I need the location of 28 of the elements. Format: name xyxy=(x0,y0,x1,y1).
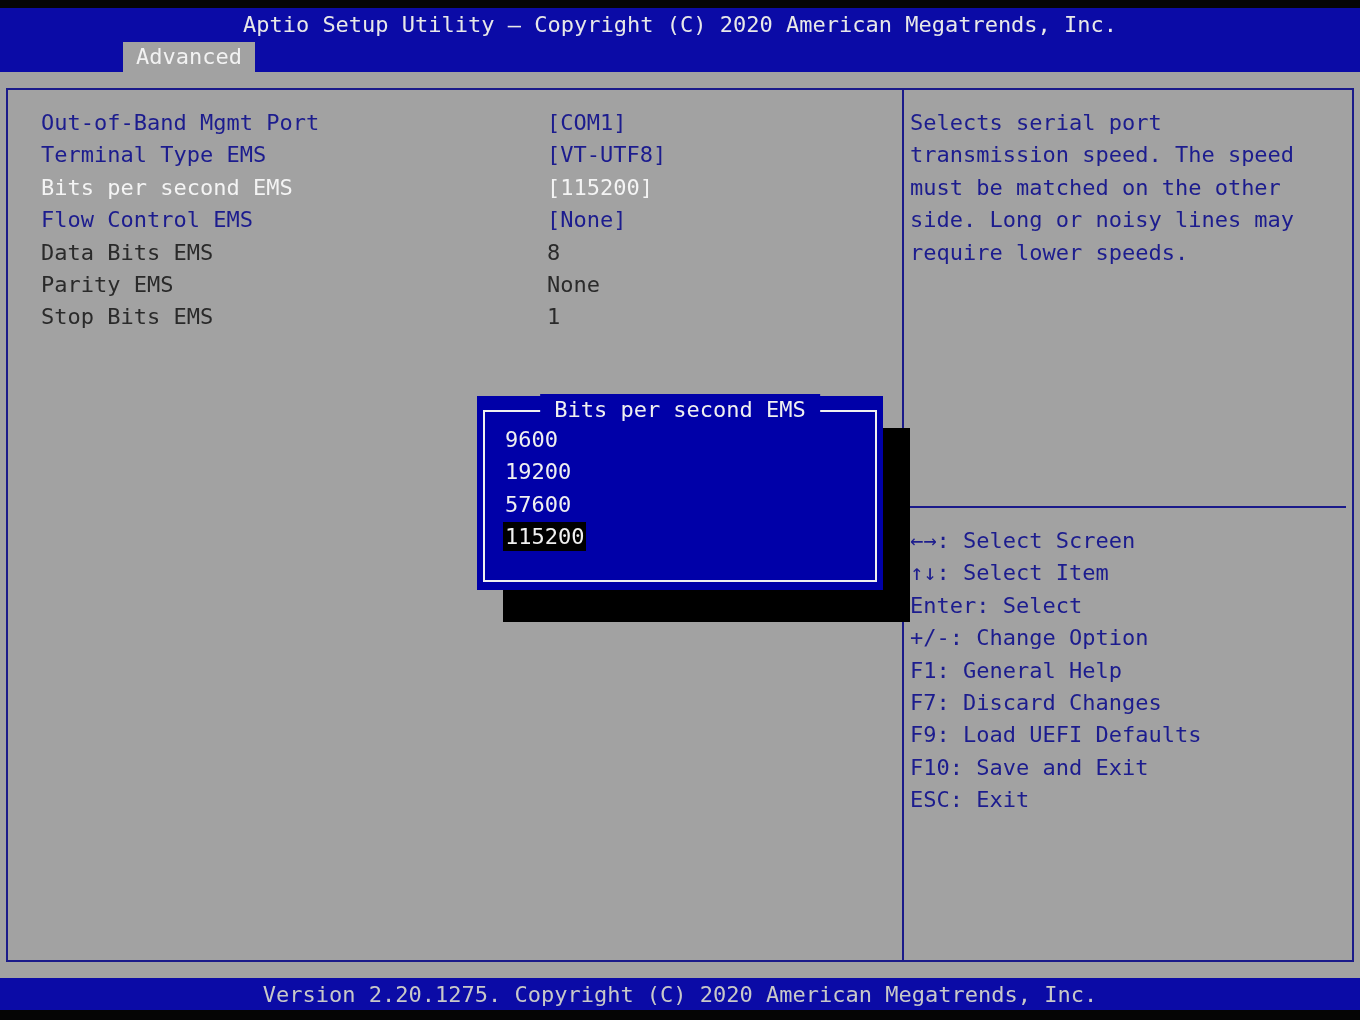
hotkey-hint: F1: General Help xyxy=(910,656,1123,685)
hotkey-hint: ↑↓: Select Item xyxy=(910,559,1110,588)
setting-value[interactable]: [COM1] xyxy=(547,107,627,140)
popup-option[interactable]: 9600 xyxy=(503,425,560,454)
setting-label: Data Bits EMS xyxy=(41,238,215,267)
help-text: Selects serial port transmission speed. The speed must be matched on the other side. Long or noisy lines may require lower speeds. xyxy=(910,109,1296,267)
hotkey-hint: ESC: Exit xyxy=(910,786,1031,815)
version-text: Version 2.20.1275. Copyright (C) 2020 American Megatrends, Inc. xyxy=(262,981,1098,1007)
setting-label[interactable]: Flow Control EMS xyxy=(41,204,547,237)
setting-value: None xyxy=(547,270,600,299)
setting-label[interactable]: Out-of-Band Mgmt Port xyxy=(41,107,547,140)
popup-option[interactable]: 19200 xyxy=(503,457,574,487)
hotkey-hint: Enter: Select xyxy=(910,591,1084,620)
setting-label: Stop Bits EMS xyxy=(41,303,215,332)
hotkey-hint: F9: Load UEFI Defaults xyxy=(910,721,1203,750)
hotkey-hint: +/-: Change Option xyxy=(910,624,1150,653)
popup-option[interactable]: 57600 xyxy=(503,489,574,519)
hotkey-hint: ←→: Select Screen xyxy=(910,527,1137,555)
setting-value: 1 xyxy=(547,303,561,332)
setting-value: 8 xyxy=(547,238,561,267)
setting-label[interactable]: Terminal Type EMS xyxy=(41,139,547,172)
window-title: Aptio Setup Utility – Copyright (C) 2020 American Megatrends, Inc. xyxy=(241,11,1119,39)
hotkey-hint: F7: Discard Changes xyxy=(910,688,1163,717)
setting-value[interactable]: [None] xyxy=(547,204,627,237)
hotkey-hint: F10: Save and Exit xyxy=(910,753,1150,782)
setting-label: Parity EMS xyxy=(41,270,175,299)
setting-value[interactable]: [VT-UTF8] xyxy=(547,139,667,172)
popup-option[interactable]: 115200 xyxy=(503,522,587,552)
